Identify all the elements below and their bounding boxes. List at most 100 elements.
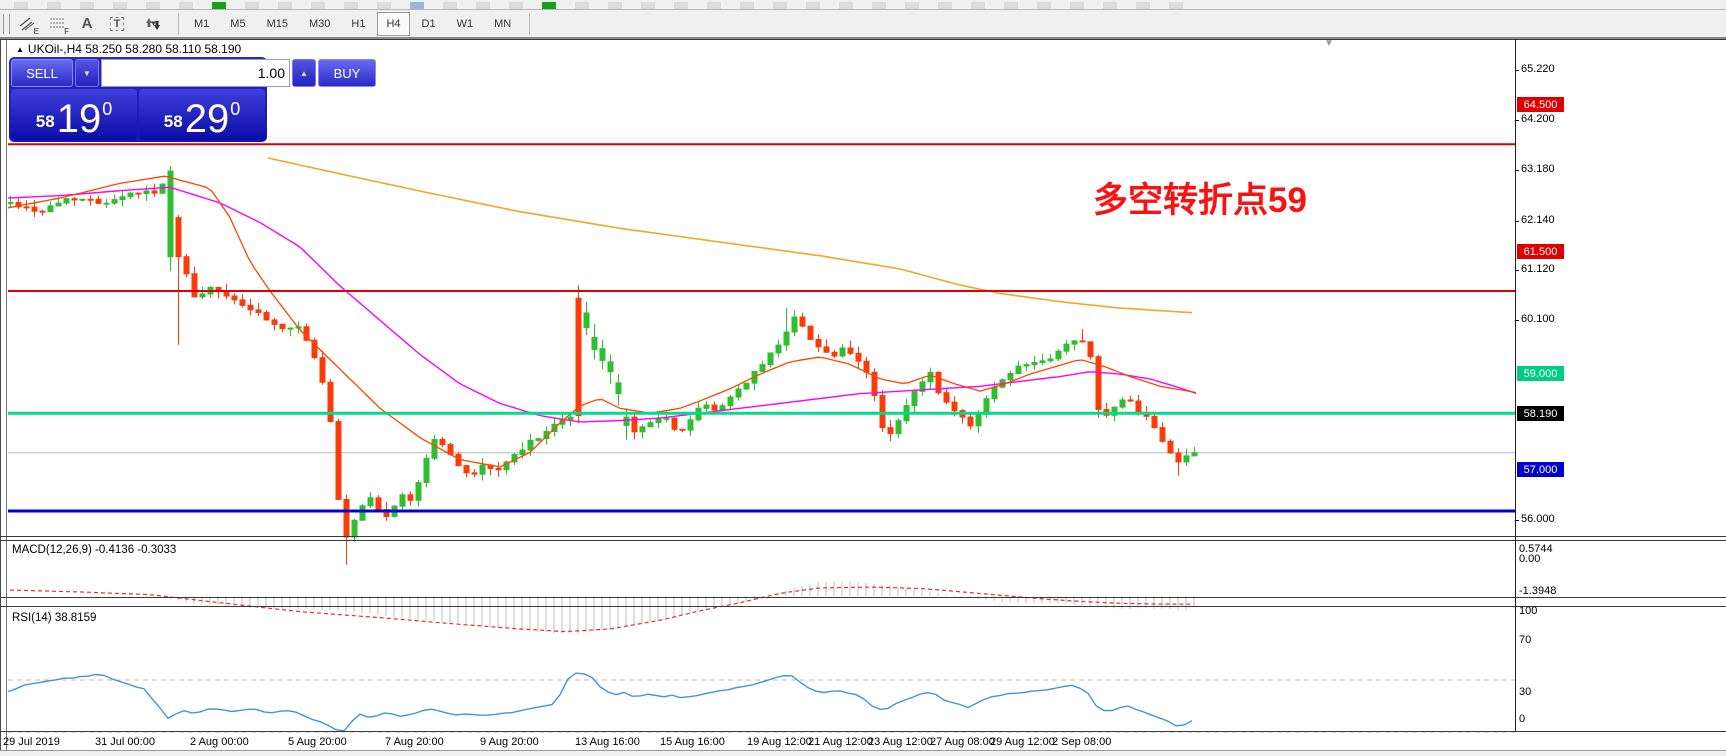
time-axis-label: 5 Aug 20:00 <box>288 736 347 748</box>
rsi-scale-label: 0 <box>1519 713 1526 725</box>
chart-window <box>0 39 1726 756</box>
buy-price-tile[interactable]: 58 29 0 <box>139 89 265 140</box>
time-axis-label: 21 Aug 12:00 <box>808 736 873 748</box>
timeframe-button-h4[interactable]: H4 <box>377 11 410 36</box>
price-tick-label: 62.140 <box>1521 214 1555 226</box>
time-axis-label: 31 Jul 00:00 <box>95 736 155 748</box>
toolbar-overflow-fragment <box>806 2 820 9</box>
toolbar-overflow-fragment <box>344 2 358 9</box>
macd-label: MACD(12,26,9) -0.4136 -0.3033 <box>12 544 177 556</box>
drawing-toolbar: E F A T ▾ M1 M5 M15 M30 H1 H4 D1 W1 MN <box>0 10 1726 39</box>
buy-price-point: 0 <box>230 99 241 119</box>
toolbar-overflow-fragment <box>674 2 688 9</box>
price-tick-mark <box>1515 70 1519 71</box>
window-separator[interactable] <box>0 597 1726 598</box>
time-axis-label: 15 Aug 16:00 <box>660 736 725 748</box>
window-left-inner-border <box>6 39 7 756</box>
price-tick-label: 61.120 <box>1521 263 1555 275</box>
text-icon: A <box>81 15 93 32</box>
text-label-icon: T <box>109 16 125 31</box>
time-axis-label: 27 Aug 08:00 <box>930 736 995 748</box>
autoscroll-marker-icon[interactable]: ▼ <box>1324 38 1334 49</box>
time-axis-label: 19 Aug 12:00 <box>747 736 812 748</box>
toolbar-overflow-fragment <box>1070 2 1084 9</box>
sell-price-tile[interactable]: 58 19 0 <box>11 89 137 140</box>
toolbar-overflow-fragment <box>146 2 160 9</box>
status-bar-strip <box>0 750 1726 756</box>
timeframe-button-w1[interactable]: W1 <box>448 12 483 36</box>
arrow-tools-button[interactable]: ▾ <box>134 13 172 35</box>
toolbar-overflow-fragment <box>1103 2 1117 9</box>
equidistant-channel-icon <box>19 16 35 31</box>
toolbar-overflow-fragment <box>443 2 457 9</box>
volume-increase-button[interactable]: ▲ <box>292 59 316 87</box>
toolbar-overflow-fragment <box>1004 2 1018 9</box>
toolbar-overflow-fragment <box>773 2 787 9</box>
toolbar-overflow-fragment <box>971 2 985 9</box>
toolbar-overflow-fragment <box>872 2 886 9</box>
toolbar-overflow-fragment <box>707 2 721 9</box>
timeframe-toolbar: M1 M5 M15 M30 H1 H4 D1 W1 MN <box>185 11 523 36</box>
arrow-tools-icon <box>146 17 160 30</box>
time-axis-label: 13 Aug 16:00 <box>575 736 640 748</box>
text-label-tool-button[interactable]: T <box>104 13 130 35</box>
toolbar-overflow-fragment <box>740 2 754 9</box>
toolbar-overflow-fragment <box>113 2 127 9</box>
mt4-terminal-window: E F A T ▾ M1 M5 M15 M30 H1 H4 D1 W1 MN ▲… <box>0 0 1726 756</box>
text-tool-button[interactable]: A <box>74 13 100 35</box>
toolbar-grip[interactable] <box>3 13 10 34</box>
timeframe-button-mn[interactable]: MN <box>485 12 520 36</box>
price-level-badge: 61.500 <box>1517 244 1564 259</box>
toolbar-overflow-fragment <box>278 2 292 9</box>
macd-subwindow-canvas[interactable] <box>8 580 1515 636</box>
chart-title: ▲ UKOil-,H4 58.250 58.280 58.110 58.190 <box>16 42 241 56</box>
toolbar-overflow-fragment <box>311 2 325 9</box>
price-tick-mark <box>1515 221 1519 222</box>
window-left-border <box>0 39 1 756</box>
buy-button[interactable]: BUY <box>318 59 376 87</box>
fibonacci-button[interactable]: F <box>44 13 70 36</box>
main-chart-canvas[interactable] <box>8 78 1515 575</box>
chart-text-annotation: 多空转折点59 <box>1093 181 1307 220</box>
window-separator <box>0 540 1726 541</box>
toolbar-overflow-fragment <box>905 2 919 9</box>
price-tick-label: 60.100 <box>1521 313 1555 325</box>
toolbar-overflow-fragment <box>542 2 556 9</box>
toolbar-overflow-fragment <box>1136 2 1150 9</box>
price-level-badge: 57.000 <box>1517 462 1564 477</box>
price-tick-mark <box>1515 320 1519 321</box>
collapse-triangle-icon[interactable]: ▲ <box>16 45 24 54</box>
toolbar-separator <box>529 12 531 35</box>
volume-input[interactable] <box>101 59 290 87</box>
price-axis-line <box>1515 39 1516 731</box>
timeframe-button-h1[interactable]: H1 <box>342 12 374 36</box>
toolbar-overflow-fragment <box>575 2 589 9</box>
macd-scale-label: -1.3948 <box>1519 585 1557 597</box>
sell-price-pips: 19 <box>56 97 102 141</box>
toolbar-overflow-strip <box>0 0 1726 10</box>
sell-button[interactable]: SELL <box>11 59 73 87</box>
timeframe-button-m15[interactable]: M15 <box>258 12 297 36</box>
toolbar-overflow-fragment <box>839 2 853 9</box>
timeframe-button-d1[interactable]: D1 <box>413 12 445 36</box>
timeframe-button-m1[interactable]: M1 <box>185 12 218 36</box>
toolbar-overflow-fragment <box>80 2 94 9</box>
toolbar-overflow-fragment <box>179 2 193 9</box>
price-level-badge: 59.000 <box>1517 366 1564 381</box>
equidistant-channel-button[interactable]: E <box>14 13 40 36</box>
toolbar-overflow-fragment <box>641 2 655 9</box>
toolbar-overflow-fragment <box>1037 2 1051 9</box>
timeframe-button-m5[interactable]: M5 <box>221 12 254 36</box>
toolbar-overflow-fragment <box>1169 2 1183 9</box>
toolbar-overflow-fragment <box>938 2 952 9</box>
buy-price-pips: 29 <box>184 97 230 141</box>
volume-decrease-button[interactable]: ▼ <box>75 59 99 87</box>
timeframe-button-m30[interactable]: M30 <box>300 12 339 36</box>
window-separator[interactable] <box>0 536 1726 537</box>
time-axis-border <box>0 731 1726 732</box>
time-axis-label: 2 Sep 08:00 <box>1052 736 1112 748</box>
sell-price-point: 0 <box>102 99 113 119</box>
time-axis-label: 9 Aug 20:00 <box>480 736 539 748</box>
time-axis-label: 29 Jul 2019 <box>3 736 60 748</box>
price-tick-mark <box>1515 170 1519 171</box>
